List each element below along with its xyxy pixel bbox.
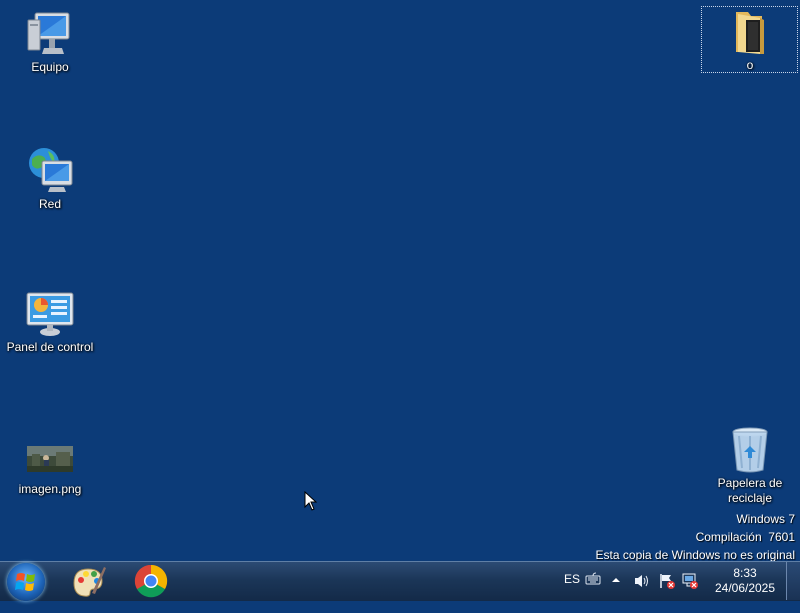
clock-date: 24/06/2025 [714, 581, 776, 595]
computer-icon [26, 10, 74, 58]
start-button[interactable] [7, 563, 45, 601]
show-hidden-icons-chevron-up-icon[interactable] [611, 574, 621, 613]
volume-icon[interactable] [633, 573, 651, 612]
desktop-icon-papelera[interactable]: Papelera de reciclaje [702, 426, 798, 506]
paint-icon [73, 567, 106, 597]
clock-time: 8:33 [733, 566, 757, 580]
taskbar: ES 8:33 24/06/2025 [0, 561, 800, 601]
language-indicator[interactable]: ES [564, 572, 580, 611]
network-status-icon[interactable] [681, 572, 699, 611]
chrome-icon [134, 564, 168, 598]
desktop-icon-equipo[interactable]: Equipo [2, 10, 98, 75]
system-clock[interactable]: 8:33 24/06/2025 [706, 566, 784, 596]
image-thumbnail-icon [26, 432, 74, 480]
windows-watermark: Windows 7 Compilación 7601 Esta copia de… [596, 510, 795, 564]
windows-logo-icon [15, 573, 35, 591]
desktop-icon-red[interactable]: Red [2, 147, 98, 212]
taskbar-chrome[interactable] [131, 563, 171, 599]
desktop-icon-label: Equipo [31, 60, 69, 74]
control-panel-icon [26, 290, 74, 338]
show-desktop-button[interactable] [786, 562, 800, 600]
desktop-icon-label: Panel de control [6, 340, 94, 354]
mouse-cursor-icon [304, 491, 318, 511]
network-icon [26, 147, 74, 195]
taskbar-paint[interactable] [68, 563, 108, 599]
folder-icon [726, 8, 774, 56]
watermark-edition: Windows 7 [736, 512, 795, 526]
desktop-icon-label: Papelera de reciclaje [717, 476, 783, 505]
desktop-icon-label: Red [38, 197, 61, 211]
recycle-bin-icon [726, 426, 774, 474]
keyboard-icon[interactable] [585, 572, 601, 611]
desktop-icon-label: imagen.png [18, 482, 82, 496]
desktop-icon-folder-o[interactable]: o [702, 8, 798, 73]
desktop-icon-imagen[interactable]: imagen.png [2, 432, 98, 497]
action-center-flag-icon[interactable] [658, 572, 676, 611]
watermark-build: Compilación 7601 [695, 530, 795, 544]
desktop-icon-panel-de-control[interactable]: Panel de control [2, 290, 98, 355]
desktop-icon-label: o [746, 58, 754, 72]
